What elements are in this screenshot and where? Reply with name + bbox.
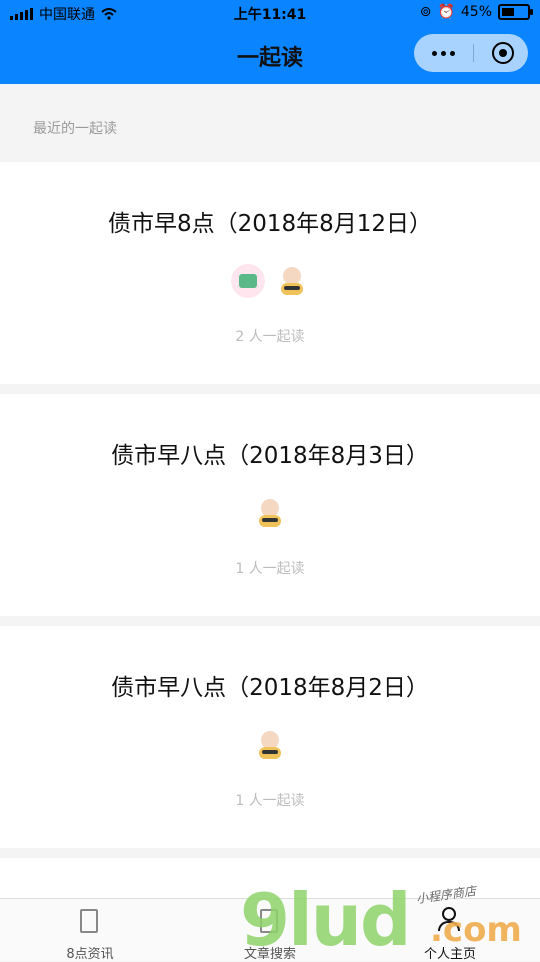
more-icon[interactable] [432,50,455,56]
tab-label: 文章搜索 [243,947,296,962]
reader-count: 1 人一起读 [235,561,305,577]
tab-bar: 8点资讯 文章搜索 个人主页 [0,898,540,962]
section-header: 最近的一起读 [0,84,540,160]
alarm-icon: ⏰ [437,4,455,20]
reader-avatars [0,496,540,530]
read-together-card[interactable]: 债市早8点（2018年8月12日） 2 人一起读 [0,162,540,384]
capsule-divider [473,44,474,62]
tab-search[interactable]: 文章搜索 [180,899,360,962]
card-title: 债市早八点（2018年8月2日） [111,675,429,701]
reader-count: 1 人一起读 [235,793,305,809]
search-icon [260,909,278,933]
avatar [253,496,287,530]
read-together-card[interactable]: 债市早八点（2018年8月2日） 1 人一起读 [0,626,540,848]
tab-profile[interactable]: 个人主页 [360,899,540,962]
tab-label: 个人主页 [423,947,476,962]
section-label: 最近的一起读 [33,121,117,137]
tab-label: 8点资讯 [66,947,114,962]
reader-avatars [0,264,540,298]
reader-count: 2 人一起读 [235,329,305,345]
mini-program-capsule[interactable] [414,34,528,72]
status-right: ⊚ ⏰ 45% [419,4,533,20]
read-together-card[interactable] [0,858,540,898]
tab-news[interactable]: 8点资讯 [0,899,180,962]
lock-rotation-icon: ⊚ [419,4,432,20]
header: 中国联通 上午11:41 ⊚ ⏰ 45% 一起读 [0,0,540,84]
read-together-card[interactable]: 债市早八点（2018年8月3日） 1 人一起读 [0,394,540,616]
close-program-icon[interactable] [492,42,514,64]
battery-icon [498,4,533,20]
battery-percent: 45% [460,4,492,20]
avatar [253,728,287,762]
avatar [231,264,265,298]
card-title: 债市早8点（2018年8月12日） [107,211,433,237]
person-icon [442,907,456,921]
news-icon [80,909,98,933]
person-body-icon [438,921,460,931]
avatar [275,264,309,298]
status-bar: 中国联通 上午11:41 ⊚ ⏰ 45% [0,0,540,28]
reader-avatars [0,728,540,762]
card-title: 债市早八点（2018年8月3日） [111,443,429,469]
